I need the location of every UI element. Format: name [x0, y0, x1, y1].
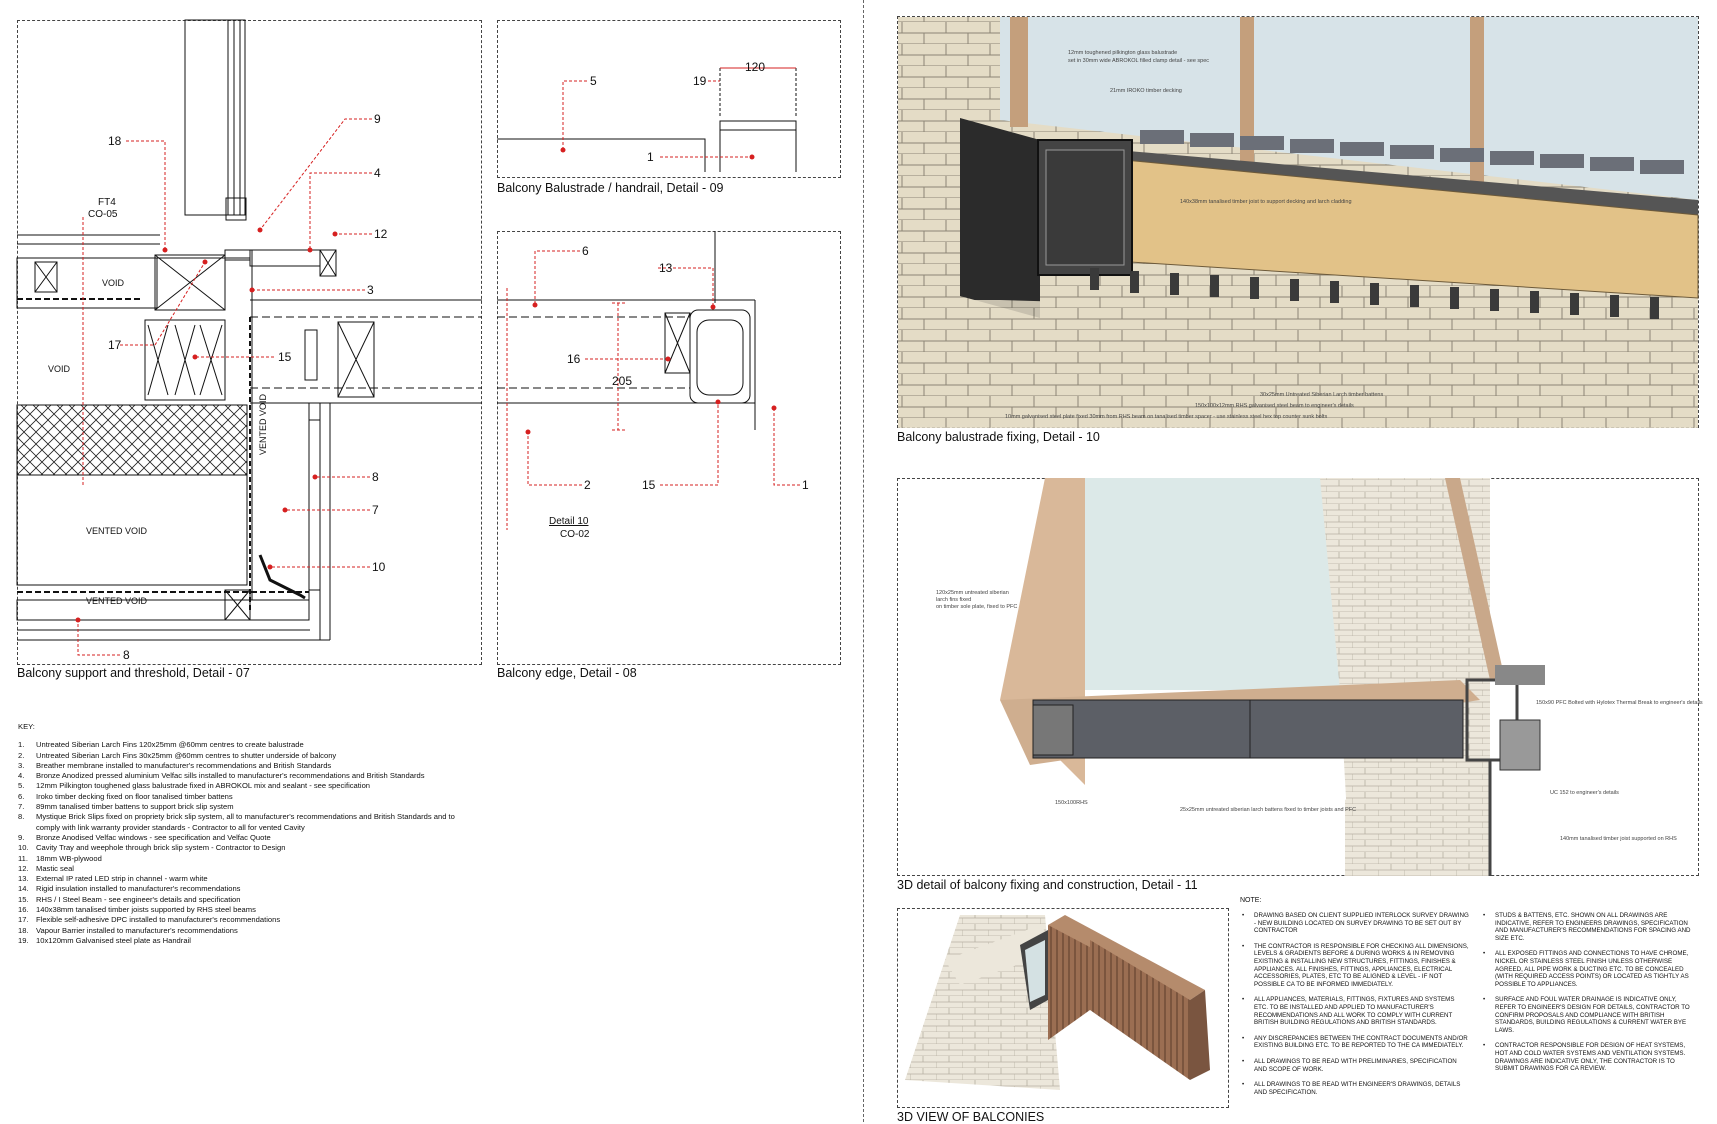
detail-09-caption: Balcony Balustrade / handrail, Detail - …: [497, 181, 724, 195]
callout-12: 12: [374, 227, 388, 241]
detail-11-caption: 3D detail of balcony fixing and construc…: [897, 878, 1198, 892]
annotation-uc152: UC 152 to engineer's details: [1550, 790, 1619, 796]
dim-120: 120: [745, 60, 766, 74]
callout-3: 3: [367, 283, 374, 297]
key-item: 10. Cavity Tray and weephole through bric…: [18, 843, 286, 853]
callout-17: 17: [108, 338, 122, 352]
key-item: 18. Vapour Barrier installed to manufactu…: [18, 925, 238, 935]
annotation-fins-2: larch fins fixed: [936, 597, 972, 603]
detail-08-caption: Balcony edge, Detail - 08: [497, 666, 637, 680]
key-item: 12. Mastic seal: [18, 863, 74, 873]
callout-8: 8: [372, 470, 379, 484]
note-item: All exposed fittings and connections to …: [1481, 950, 1699, 988]
callout-1-handrail: 1: [647, 150, 654, 164]
callout-19: 19: [693, 74, 707, 88]
notes-title: NOTE:: [1240, 897, 1262, 904]
callout-15: 15: [278, 350, 292, 364]
annotation-timber-joist: 140mm tanalised timber joist supported o…: [1560, 836, 1677, 842]
key-item: 8. Mystique Brick Slips fixed on propriet…: [18, 812, 455, 822]
label-vented-void-bottom: VENTED VOID: [86, 596, 148, 606]
key-item: 4. Bronze Anodized pressed aluminium Velf…: [18, 771, 425, 781]
detail-10-caption: Balcony balustrade fixing, Detail - 10: [897, 430, 1100, 444]
annotation-joist: 140x38mm tanalised timber joist to suppo…: [1180, 199, 1352, 205]
callout-10: 10: [372, 560, 386, 574]
view-3d-render: [905, 915, 1210, 1090]
key-item: 7. 89mm tanalised timber battens to suppo…: [18, 802, 234, 812]
key-item: 9. Bronze Anodised Velfac windows - see s…: [18, 832, 271, 842]
key-item: 11. 18mm WB-plywood: [18, 853, 102, 863]
callout-1-edge: 1: [802, 478, 809, 492]
key-item: 14. Rigid insulation installed to manufac…: [18, 884, 241, 894]
detail-11-render: [1000, 478, 1545, 876]
annotation-pfc: 150x90 PFC Bolted with Hylotex Thermal B…: [1536, 700, 1703, 706]
tag-co05: CO-05: [88, 209, 118, 220]
note-item: Contractor responsible for design of hea…: [1481, 1042, 1699, 1072]
annotation-fins-3: on timber sole plate, fixed to PFC: [936, 604, 1018, 610]
annotation-glass-clamp: set in 30mm wide ABROKOL filled clamp de…: [1068, 58, 1210, 64]
ref-detail-10[interactable]: Detail 10: [549, 516, 588, 527]
note-item: Drawing based on client supplied interlo…: [1240, 912, 1470, 935]
detail-08-drawing: [497, 231, 756, 430]
key-item: 3. Breather membrane installed to manufac…: [18, 760, 332, 770]
note-item: All appliances, materials, fittings, fix…: [1240, 996, 1470, 1026]
tag-ft4: FT4: [98, 197, 116, 208]
annotation-iroko: 21mm IROKO timber decking: [1110, 88, 1182, 94]
callout-18: 18: [108, 134, 122, 148]
notes-column-2: Studs & battens, etc. shown on all drawi…: [1481, 912, 1699, 1081]
callout-5: 5: [590, 74, 597, 88]
detail-09-leaders: [562, 80, 752, 158]
callout-2: 2: [584, 478, 591, 492]
key-item: 16. 140x38mm tanalised timber joists supp…: [18, 905, 256, 915]
callout-4: 4: [374, 166, 381, 180]
key-item: 17. Flexible self-adhesive DPC installed …: [18, 915, 281, 925]
annotation-150x100rhs: 150x100RHS: [1055, 800, 1088, 806]
annotation-fins-1: 120x25mm untreated siberian: [936, 590, 1009, 596]
note-item: Studs & battens, etc. shown on all drawi…: [1481, 912, 1699, 942]
callout-16: 16: [567, 352, 581, 366]
detail-10-render: [898, 17, 1699, 428]
annotation-larch-battens: 25x25mm untreated siberian larch battens…: [1180, 807, 1357, 813]
note-item: All drawings to be read with preliminari…: [1240, 1058, 1470, 1073]
key-item: comply with link warranty provider stand…: [36, 822, 305, 832]
annotation-glass: 12mm toughened pilkington glass balustra…: [1068, 50, 1178, 56]
ref-co02: CO-02: [560, 529, 590, 540]
note-item: Any discrepancies between the contract d…: [1240, 1035, 1470, 1050]
key-item: 1. Untreated Siberian Larch Fins 120x25mm…: [18, 740, 304, 750]
callout-7: 7: [372, 503, 379, 517]
note-item: The contractor is responsible for checki…: [1240, 943, 1470, 989]
detail-07-caption: Balcony support and threshold, Detail - …: [17, 666, 250, 680]
label-void-2: VOID: [48, 364, 71, 374]
annotation-plate: 10mm galvanised steel plate fixed 30mm f…: [1005, 414, 1328, 420]
notes-column-1: Drawing based on client supplied interlo…: [1240, 912, 1470, 1104]
callout-6: 6: [582, 244, 589, 258]
note-item: Surface and foul water drainage is indic…: [1481, 996, 1699, 1034]
detail-07-drawing: [16, 19, 482, 641]
callout-8-bottom: 8: [123, 648, 130, 662]
callout-13: 13: [659, 261, 673, 275]
annotation-rhs: 150x100x12mm RHS galvanised steel beam t…: [1195, 403, 1354, 409]
dim-205: 205: [612, 374, 633, 388]
key-list: KEY: 1. Untreated Siberian Larch Fins 120…: [18, 722, 558, 946]
annotation-battens: 30x25mm Untreated Siberian Larch timber …: [1260, 392, 1384, 398]
callout-15-edge: 15: [642, 478, 656, 492]
label-void-1: VOID: [102, 278, 125, 288]
label-vented-void-vertical: VENTED VOID: [258, 393, 268, 455]
callout-9: 9: [374, 112, 381, 126]
key-item: 15. RHS / I Steel Beam - see engineer's d…: [18, 894, 241, 904]
key-item: 6. Iroko timber decking fixed on floor ta…: [18, 791, 233, 801]
key-item: 5. 12mm Pilkington toughened glass balust…: [18, 781, 371, 791]
label-vented-void-main: VENTED VOID: [86, 526, 148, 536]
key-item: 19. 10x120mm Galvanised steel plate as Ha…: [18, 935, 191, 945]
detail-09-dots: [560, 147, 755, 160]
key-item: 2. Untreated Siberian Larch Fins 30x25mm …: [18, 750, 337, 760]
key-item: 13. External IP rated LED strip in channe…: [18, 874, 208, 884]
key-title: KEY:: [18, 722, 35, 731]
note-item: All drawings to be read with engineer's …: [1240, 1081, 1470, 1096]
